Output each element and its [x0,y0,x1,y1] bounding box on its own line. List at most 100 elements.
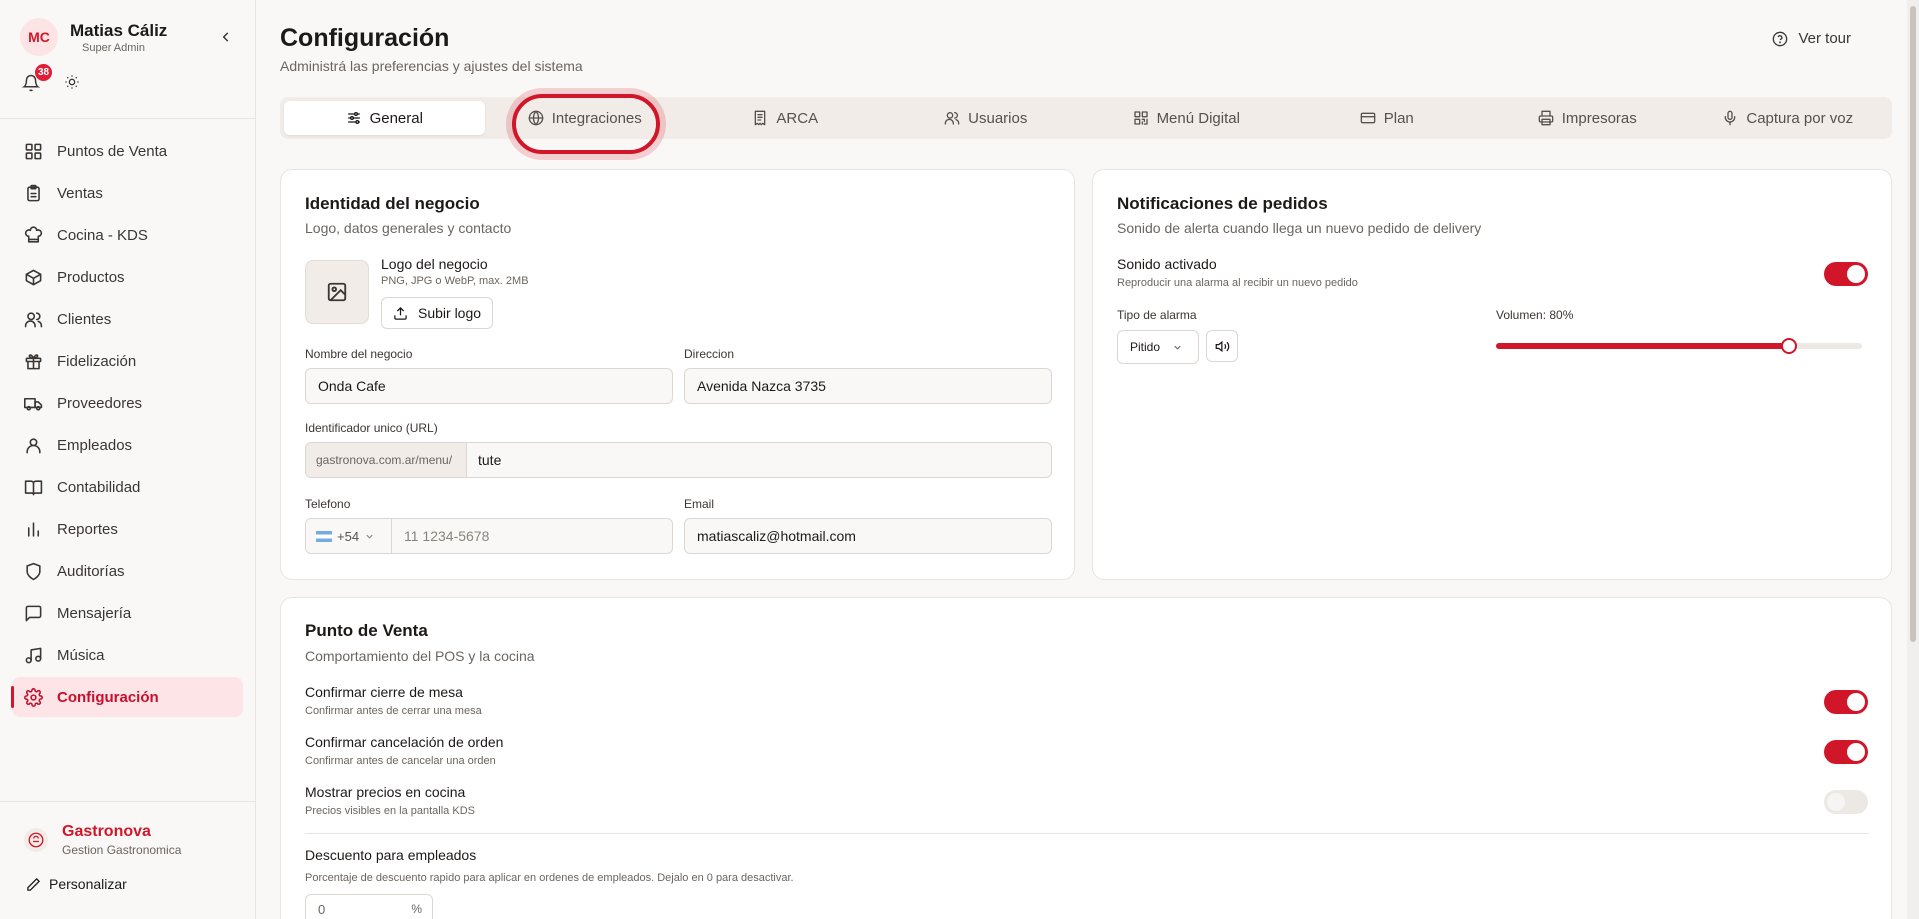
sidebar-item-reportes[interactable]: Reportes [12,509,243,549]
sound-toggle[interactable] [1824,262,1868,286]
argentina-flag-icon [316,530,332,542]
sidebar-item-proveedores[interactable]: Proveedores [12,383,243,423]
logo-preview[interactable] [305,260,369,324]
message-icon [25,605,42,621]
chevron-down-icon [1174,345,1181,350]
employee-discount-input[interactable]: 0 % [305,894,433,919]
tab-men-digital[interactable]: Menú Digital [1086,101,1287,135]
email-input[interactable]: matiascaliz@hotmail.com [684,518,1052,554]
business-name-input[interactable]: Onda Cafe [305,368,673,404]
logo-label: Logo del negocio [381,256,488,272]
sound-label: Sonido activado [1117,256,1217,272]
address-label: Direccion [684,347,735,361]
pos-card: Punto de Venta Comportamiento del POS y … [280,597,1892,919]
alarm-type-select[interactable]: Pitido [1117,330,1199,364]
email-label: Email [684,497,715,511]
tab-impresoras[interactable]: Impresoras [1487,101,1688,135]
theme-toggle-button[interactable] [64,74,80,94]
sliders-icon [347,112,360,124]
sidebar-item-contabilidad[interactable]: Contabilidad [12,467,243,507]
sidebar-item-clientes[interactable]: Clientes [12,299,243,339]
notification-count-badge: 38 [35,64,53,81]
identity-subtitle: Logo, datos generales y contacto [305,220,512,236]
sidebar-item-empleados[interactable]: Empleados [12,425,243,465]
alarm-type-value: Pitido [1130,340,1161,354]
divider [0,118,256,119]
tab-label: Integraciones [551,109,642,127]
upload-logo-label: Subir logo [418,305,482,321]
sidebar: MC Matias Cáliz Super Admin 38 Puntos de… [0,0,256,919]
phone-label: Telefono [305,497,351,511]
package-icon [25,269,42,285]
chef-hat-icon [24,225,43,243]
sidebar-item-label: Contabilidad [57,478,141,496]
logo-hint: PNG, JPG o WebP, max. 2MB [381,275,529,287]
volume-slider[interactable] [1496,338,1862,354]
scrollbar[interactable] [1907,0,1919,919]
preview-sound-button[interactable] [1206,330,1238,362]
tab-plan[interactable]: Plan [1287,101,1488,135]
book-icon [24,479,43,495]
avatar[interactable]: MC [20,18,58,56]
sidebar-item-label: Configuración [57,688,159,706]
sidebar-item-label: Música [57,646,105,664]
user-icon [26,437,41,453]
scrollbar-thumb[interactable] [1910,6,1916,642]
tab-captura-por-voz[interactable]: Captura por voz [1688,101,1889,135]
user-profile[interactable]: MC Matias Cáliz Super Admin [20,18,236,56]
tab-label: ARCA [776,109,819,127]
pos-title: Punto de Venta [305,621,428,640]
phone-input[interactable]: 11 1234-5678 [392,528,489,544]
tour-label: Ver tour [1798,30,1851,47]
brand-subtitle: Gestion Gastronomica [62,843,182,857]
divider [305,833,1869,834]
brand-text: Gastronova Gestion Gastronomica [62,823,181,857]
setting-label: Confirmar cancelación de orden [305,734,504,750]
country-code-select[interactable]: +54 [306,519,392,553]
confirm-close-table-toggle[interactable] [1824,690,1868,714]
phone-field[interactable]: +54 11 1234-5678 [305,518,673,554]
sidebar-item-fidelizaci-n[interactable]: Fidelización [12,341,243,381]
page-title: Configuración [280,24,450,52]
brand: Gastronova Gestion Gastronomica [0,801,256,857]
sidebar-item-productos[interactable]: Productos [12,257,243,297]
tour-button[interactable]: Ver tour [1772,30,1851,47]
upload-logo-button[interactable]: Subir logo [381,297,494,329]
sidebar-item-auditor-as[interactable]: Auditorías [12,551,243,591]
globe-icon [528,110,544,126]
sidebar-item-ventas[interactable]: Ventas [12,173,243,213]
slug-input[interactable]: tute [467,452,501,468]
personalize-button[interactable]: Personalizar [26,876,127,892]
sun-icon [65,75,79,89]
address-input[interactable]: Avenida Nazca 3735 [684,368,1052,404]
brand-logo [24,828,48,852]
user-role: Super Admin [82,41,145,54]
clipboard-icon [27,184,40,201]
employee-discount-description: Porcentaje de descuento rapido para apli… [305,872,794,884]
sidebar-item-cocina-kds[interactable]: Cocina - KDS [12,215,243,255]
sidebar-item-mensajer-a[interactable]: Mensajería [12,593,243,633]
notifications-button[interactable]: 38 [21,64,53,94]
tab-general[interactable]: General [284,101,485,135]
sidebar-item-configuraci-n[interactable]: Configuración [11,677,243,717]
sidebar-item-puntos-de-venta[interactable]: Puntos de Venta [12,131,243,171]
volume-slider-thumb[interactable] [1780,338,1797,354]
collapse-sidebar-button[interactable] [216,27,236,47]
alarm-type-label: Tipo de alarma [1117,308,1197,322]
slug-field[interactable]: gastronova.com.ar/menu/ tute [305,442,1052,478]
page-subtitle: Administrá las preferencias y ajustes de… [280,58,583,74]
personalize-label: Personalizar [49,876,127,892]
tab-integraciones[interactable]: Integraciones [485,101,686,135]
volume-label: Volumen: 80% [1496,308,1574,322]
setting-description: Confirmar antes de cancelar una orden [305,755,496,767]
shield-icon [26,562,41,580]
sidebar-item-m-sica[interactable]: Música [12,635,243,675]
setting-description: Confirmar antes de cerrar una mesa [305,705,482,717]
tab-usuarios[interactable]: Usuarios [886,101,1087,135]
confirm-cancel-order-toggle[interactable] [1824,740,1868,764]
printer-icon [1538,110,1554,126]
discount-value: 0 [318,901,326,917]
tab-arca[interactable]: ARCA [685,101,886,135]
chef-logo-icon [28,832,44,848]
show-prices-kitchen-toggle[interactable] [1824,790,1868,814]
